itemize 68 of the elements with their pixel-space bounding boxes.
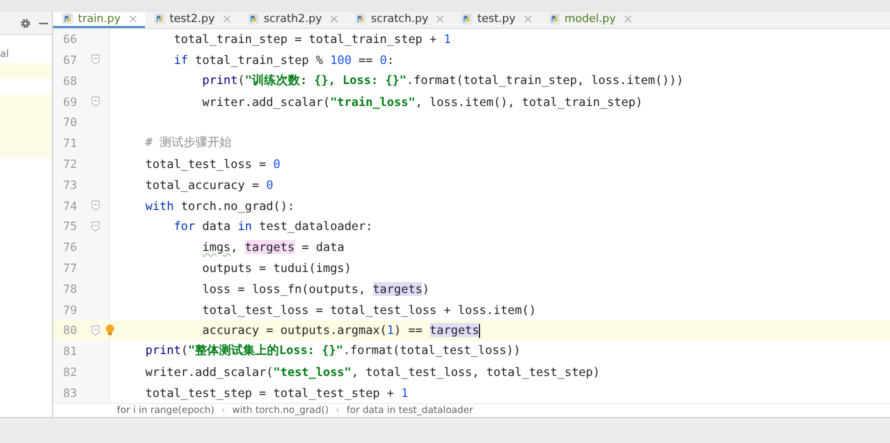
line-number: 79 xyxy=(62,302,77,317)
python-file-icon xyxy=(548,12,561,26)
editor-tab[interactable]: scratch.py xyxy=(346,12,452,28)
editor-tab[interactable]: test.py xyxy=(452,12,540,28)
breadcrumb-separator: › xyxy=(221,405,226,416)
close-icon[interactable] xyxy=(330,14,338,23)
line-number: 77 xyxy=(62,260,77,275)
code-line: print("训练次数: {}, Loss: {}".format(total_train_step, loss.item())) xyxy=(201,72,684,87)
python-file-icon xyxy=(354,12,368,26)
line-number: 80 xyxy=(62,323,77,338)
code-line: for data in test_dataloader: xyxy=(172,219,373,234)
code-line: writer.add_scalar("train_loss", loss.item(), total_train_step) xyxy=(201,94,643,109)
code-line: with torch.no_grad(): xyxy=(144,198,295,213)
fold-icon[interactable] xyxy=(91,200,100,212)
fold-icon[interactable] xyxy=(91,220,100,232)
line-number: 67 xyxy=(62,52,77,67)
line-number: 76 xyxy=(62,240,77,254)
close-icon[interactable] xyxy=(128,14,137,23)
line-number: 81 xyxy=(62,344,77,358)
close-icon[interactable] xyxy=(624,14,632,23)
settings-icon[interactable] xyxy=(19,16,32,30)
line-number: 83 xyxy=(62,386,77,400)
close-icon[interactable] xyxy=(222,14,231,23)
code-line: accuracy = outputs.argmax(1) == targets xyxy=(201,322,480,337)
code-line: total_accuracy = 0 xyxy=(144,178,274,192)
code-line: total_train_step = total_train_step + 1 xyxy=(172,32,451,46)
line-number: 75 xyxy=(62,219,77,234)
line-number: 72 xyxy=(62,156,77,171)
fold-icon[interactable] xyxy=(91,96,100,108)
breadcrumb[interactable]: with torch.no_grad() xyxy=(232,405,329,416)
close-icon[interactable] xyxy=(436,14,444,23)
breadcrumb[interactable]: for i in range(epoch) xyxy=(117,405,214,416)
code-line: # 测试步骤开始 xyxy=(144,135,232,150)
lightbulb-icon[interactable] xyxy=(105,324,115,337)
python-file-icon xyxy=(152,12,166,26)
breadcrumb-separator: › xyxy=(336,405,340,416)
python-file-icon xyxy=(246,12,260,26)
highlight-row xyxy=(0,63,52,79)
line-number: 70 xyxy=(62,115,77,130)
line-number: 68 xyxy=(62,74,77,88)
breadcrumb[interactable]: for data in test_dataloader xyxy=(346,405,474,416)
fold-icon[interactable] xyxy=(91,54,100,66)
code-line: if total_train_step % 100 == 0: xyxy=(172,52,394,67)
line-number: 66 xyxy=(62,32,77,46)
code-line: total_test_step = total_test_step + 1 xyxy=(144,386,408,400)
close-icon[interactable] xyxy=(524,14,532,23)
editor-tab[interactable]: test2.py xyxy=(144,12,239,28)
line-number: 78 xyxy=(62,282,77,296)
code-line: writer.add_scalar("test_loss", total_test_loss, total_test_step) xyxy=(144,364,600,379)
panel-text: al xyxy=(0,49,9,60)
line-number: 74 xyxy=(62,198,77,213)
code-line: total_test_loss = 0 xyxy=(144,156,280,171)
python-file-icon xyxy=(460,12,474,26)
python-file-icon xyxy=(61,12,74,26)
editor-tab[interactable]: model.py xyxy=(540,12,640,28)
code-line: print("整体测试集上的Loss: {}".format(total_test_loss)) xyxy=(144,343,521,358)
editor-tab[interactable]: train.py xyxy=(53,12,145,28)
fold-icon[interactable] xyxy=(91,324,100,336)
code-line: outputs = tudui(imgs) xyxy=(201,260,352,275)
code-line: imgs, targets = data xyxy=(201,240,344,254)
code-line: loss = loss_fn(outputs, targets) xyxy=(201,282,430,296)
line-number: 82 xyxy=(62,364,77,379)
highlight-row xyxy=(0,94,52,158)
line-number: 69 xyxy=(62,94,77,109)
line-number: 71 xyxy=(62,136,77,150)
line-number: 73 xyxy=(62,178,77,192)
code-line: total_test_loss = total_test_loss + loss.item() xyxy=(201,302,536,317)
editor-tab[interactable]: scrath2.py xyxy=(238,12,346,28)
